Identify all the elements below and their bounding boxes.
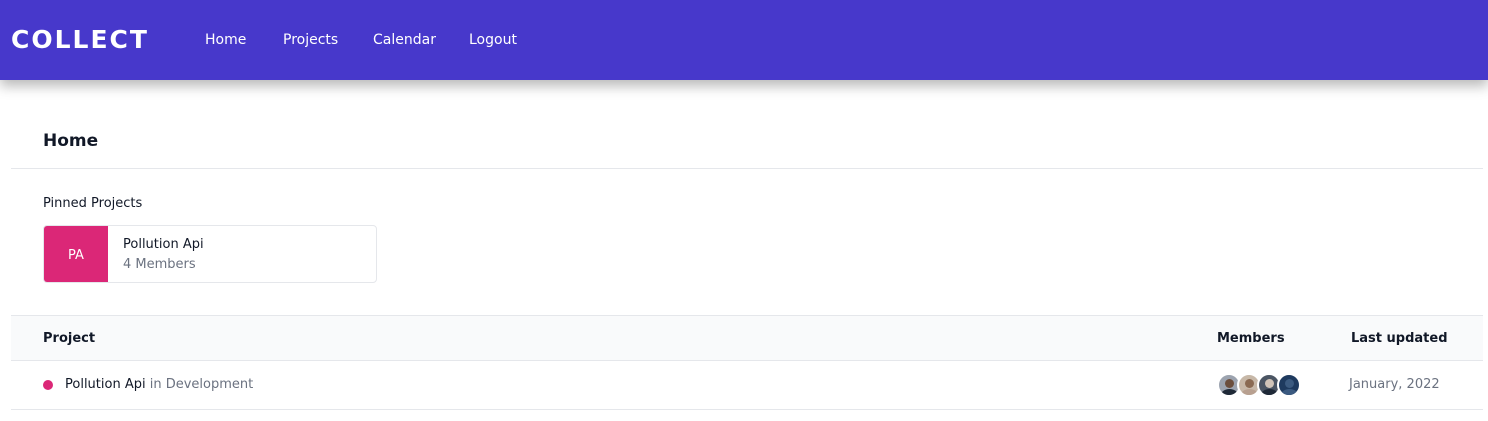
main-content: Home Pinned Projects PA Pollution Api 4 …	[11, 80, 1483, 421]
avatar-body-icon	[1241, 389, 1258, 395]
nav-projects[interactable]: Projects	[283, 31, 338, 49]
nav-home[interactable]: Home	[205, 31, 246, 49]
column-header-last-updated: Last updated	[1351, 331, 1448, 346]
project-name[interactable]: Pollution Api	[65, 377, 146, 392]
table-row[interactable]: Pollution Api in Development January, 20…	[11, 361, 1483, 410]
member-avatars	[1217, 373, 1301, 397]
status-dot-icon	[43, 380, 53, 390]
project-stage-prefix: in	[149, 377, 162, 392]
project-initials-badge: PA	[44, 226, 108, 282]
pinned-project-card[interactable]: PA Pollution Api 4 Members	[43, 225, 377, 283]
project-link[interactable]: Pollution Api in Development	[65, 376, 253, 393]
projects-table-header: Project Members Last updated	[11, 315, 1483, 361]
app-logo[interactable]: COLLECT	[11, 25, 149, 55]
avatar-head-icon	[1225, 379, 1234, 388]
nav-calendar[interactable]: Calendar	[373, 31, 436, 49]
pinned-project-name[interactable]: Pollution Api	[123, 236, 204, 253]
last-updated-date: January, 2022	[1349, 377, 1440, 392]
pinned-projects-heading: Pinned Projects	[43, 196, 143, 211]
top-nav-bar: COLLECT Home Projects Calendar Logout	[0, 0, 1488, 80]
avatar-body-icon	[1221, 389, 1238, 395]
nav-logout[interactable]: Logout	[469, 31, 517, 49]
avatar-head-icon	[1285, 379, 1294, 388]
avatar-head-icon	[1265, 379, 1274, 388]
project-stage: Development	[165, 377, 254, 392]
avatar-body-icon	[1261, 389, 1278, 395]
divider	[11, 168, 1483, 169]
page-title: Home	[43, 131, 99, 151]
avatar-body-icon	[1281, 389, 1298, 395]
avatar-head-icon	[1245, 379, 1254, 388]
pinned-project-members-count: 4 Members	[123, 257, 196, 272]
column-header-project: Project	[43, 331, 96, 346]
avatar[interactable]	[1277, 373, 1301, 397]
column-header-members: Members	[1217, 331, 1285, 346]
